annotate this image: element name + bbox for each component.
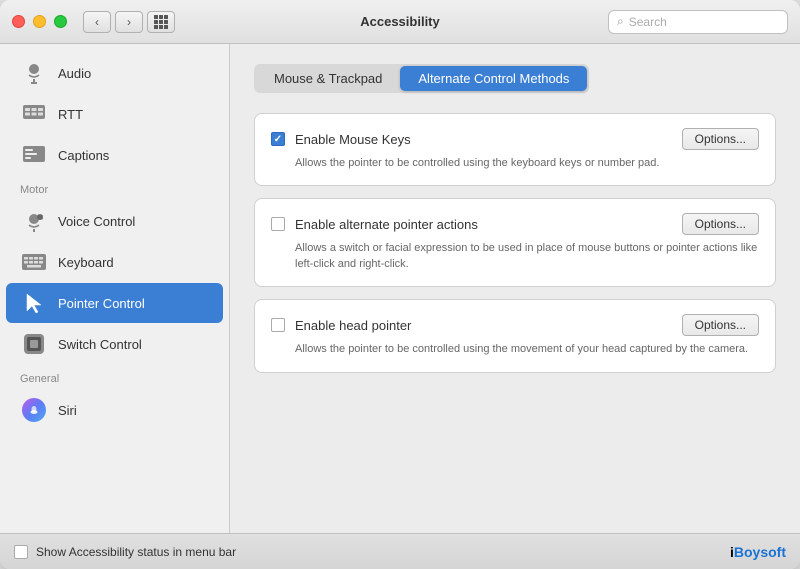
alternate-pointer-title: Enable alternate pointer actions — [295, 217, 478, 232]
sidebar-item-captions-label: Captions — [58, 148, 109, 163]
setting-head-pointer: Enable head pointer Options... Allows th… — [254, 299, 776, 372]
audio-icon — [20, 59, 48, 87]
alternate-pointer-options-button[interactable]: Options... — [682, 213, 759, 235]
sidebar-item-audio[interactable]: Audio — [6, 53, 223, 93]
sidebar-item-voice-control[interactable]: Voice Control — [6, 201, 223, 241]
maximize-button[interactable] — [54, 15, 67, 28]
siri-icon — [20, 396, 48, 424]
alternate-pointer-desc: Allows a switch or facial expression to … — [271, 241, 759, 272]
mouse-keys-desc: Allows the pointer to be controlled usin… — [271, 156, 759, 171]
search-input[interactable] — [629, 15, 779, 29]
sidebar-item-pointer-label: Pointer Control — [58, 296, 145, 311]
sidebar-item-siri[interactable]: Siri — [6, 390, 223, 430]
iboysoft-logo: iBoysoft — [730, 544, 786, 560]
status-bar-label: Show Accessibility status in menu bar — [36, 545, 236, 559]
section-label-motor: Motor — [0, 176, 229, 200]
head-pointer-title: Enable head pointer — [295, 318, 411, 333]
keyboard-icon — [20, 248, 48, 276]
main-window: ‹ › Accessibility ⌕ — [0, 0, 800, 569]
logo-boy: Boy — [734, 544, 760, 560]
sidebar-item-audio-label: Audio — [58, 66, 91, 81]
setting-alternate-pointer-row: Enable alternate pointer actions Options… — [271, 213, 759, 235]
setting-mouse-keys-row: Enable Mouse Keys Options... — [271, 128, 759, 150]
section-label-general: General — [0, 365, 229, 389]
sidebar-item-siri-label: Siri — [58, 403, 77, 418]
tab-group: Mouse & Trackpad Alternate Control Metho… — [254, 64, 589, 93]
setting-head-pointer-row: Enable head pointer Options... — [271, 314, 759, 336]
sidebar-item-keyboard-label: Keyboard — [58, 255, 114, 270]
mouse-keys-options-button[interactable]: Options... — [682, 128, 759, 150]
captions-icon — [20, 141, 48, 169]
back-button[interactable]: ‹ — [83, 11, 111, 33]
switch-control-icon — [20, 330, 48, 358]
forward-button[interactable]: › — [115, 11, 143, 33]
traffic-lights — [12, 15, 67, 28]
rtt-icon — [20, 100, 48, 128]
bottom-bar: Show Accessibility status in menu bar iB… — [0, 533, 800, 569]
search-bar[interactable]: ⌕ — [608, 10, 788, 34]
minimize-button[interactable] — [33, 15, 46, 28]
head-pointer-options-button[interactable]: Options... — [682, 314, 759, 336]
setting-head-pointer-left: Enable head pointer — [271, 318, 411, 333]
sidebar-item-rtt-label: RTT — [58, 107, 83, 122]
tab-alternate-control[interactable]: Alternate Control Methods — [400, 66, 587, 91]
sidebar-item-captions[interactable]: Captions — [6, 135, 223, 175]
nav-buttons: ‹ › — [83, 11, 143, 33]
main-content: Audio RTT — [0, 44, 800, 533]
sidebar-item-switch-label: Switch Control — [58, 337, 142, 352]
status-bar-checkbox[interactable] — [14, 545, 28, 559]
mouse-keys-title: Enable Mouse Keys — [295, 132, 411, 147]
grid-view-button[interactable] — [147, 11, 175, 33]
sidebar-item-switch-control[interactable]: Switch Control — [6, 324, 223, 364]
setting-alternate-pointer-left: Enable alternate pointer actions — [271, 217, 478, 232]
sidebar-item-rtt[interactable]: RTT — [6, 94, 223, 134]
pointer-control-icon — [20, 289, 48, 317]
sidebar-item-pointer-control[interactable]: Pointer Control — [6, 283, 223, 323]
head-pointer-desc: Allows the pointer to be controlled usin… — [271, 342, 759, 357]
setting-mouse-keys-left: Enable Mouse Keys — [271, 132, 411, 147]
voice-control-icon — [20, 207, 48, 235]
sidebar-item-voice-label: Voice Control — [58, 214, 135, 229]
window-title: Accessibility — [360, 14, 440, 29]
mouse-keys-checkbox[interactable] — [271, 132, 285, 146]
close-button[interactable] — [12, 15, 25, 28]
alternate-pointer-checkbox[interactable] — [271, 217, 285, 231]
grid-icon — [154, 15, 168, 29]
head-pointer-checkbox[interactable] — [271, 318, 285, 332]
search-icon: ⌕ — [617, 14, 624, 29]
bottom-checkbox-area: Show Accessibility status in menu bar — [14, 545, 236, 559]
logo-soft: soft — [760, 544, 786, 560]
sidebar-item-keyboard[interactable]: Keyboard — [6, 242, 223, 282]
content-area: Mouse & Trackpad Alternate Control Metho… — [230, 44, 800, 533]
tab-mouse-trackpad[interactable]: Mouse & Trackpad — [256, 66, 400, 91]
titlebar: ‹ › Accessibility ⌕ — [0, 0, 800, 44]
setting-alternate-pointer: Enable alternate pointer actions Options… — [254, 198, 776, 287]
sidebar: Audio RTT — [0, 44, 230, 533]
setting-enable-mouse-keys: Enable Mouse Keys Options... Allows the … — [254, 113, 776, 186]
